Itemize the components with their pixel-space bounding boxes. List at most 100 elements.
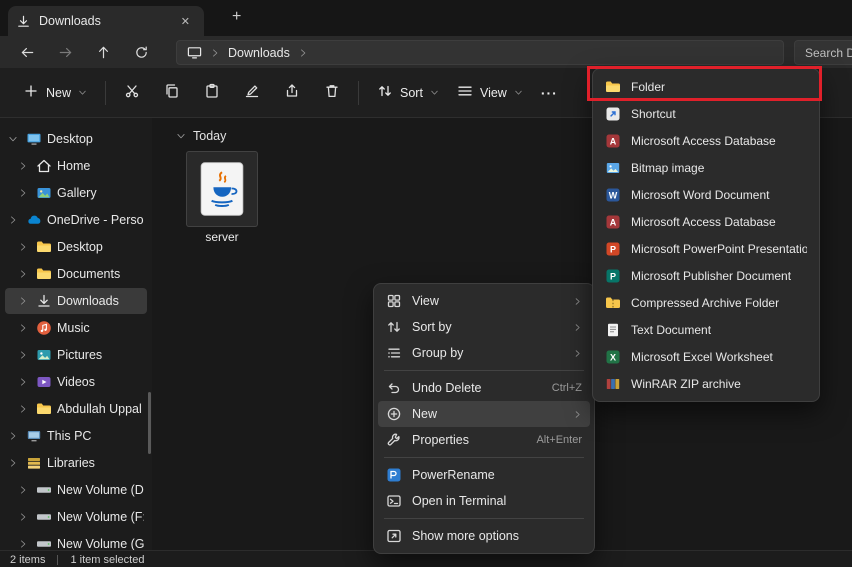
sidebar-item-documents[interactable]: Documents xyxy=(5,261,147,287)
new-button[interactable]: New xyxy=(14,76,96,109)
chevron-right-icon[interactable] xyxy=(18,377,31,387)
new-submenu-item-folder[interactable]: Folder xyxy=(597,73,815,100)
sidebar-item-desktop[interactable]: Desktop xyxy=(5,126,147,152)
share-icon xyxy=(284,83,300,102)
chevron-down-icon xyxy=(430,88,439,97)
new-submenu-item-microsoft-access-database[interactable]: AMicrosoft Access Database xyxy=(597,208,815,235)
context-menu-item-properties[interactable]: PropertiesAlt+Enter xyxy=(378,427,590,453)
back-button[interactable] xyxy=(8,38,46,66)
pictures-icon xyxy=(36,347,52,363)
sidebar-item-music[interactable]: Music xyxy=(5,315,147,341)
context-menu-item-powerrename[interactable]: PowerRename xyxy=(378,462,590,488)
chevron-right-icon[interactable] xyxy=(18,323,31,333)
download-icon xyxy=(16,14,31,29)
access-icon: A xyxy=(605,214,621,230)
winrar-icon xyxy=(605,376,621,392)
tab-close-icon[interactable]: ✕ xyxy=(175,13,196,30)
new-submenu-item-winrar-zip-archive[interactable]: WinRAR ZIP archive xyxy=(597,370,815,397)
java-file-icon xyxy=(186,151,258,227)
menu-item-label: PowerRename xyxy=(412,468,582,482)
new-button-label: New xyxy=(46,86,71,100)
library-icon xyxy=(26,455,42,471)
chevron-right-icon[interactable] xyxy=(18,188,31,198)
file-item-server[interactable]: server xyxy=(176,151,268,244)
chevron-right-icon[interactable] xyxy=(8,215,21,225)
pc-icon xyxy=(26,428,42,444)
more-options-icon xyxy=(386,528,402,544)
sidebar-item-pictures[interactable]: Pictures xyxy=(5,342,147,368)
cut-button[interactable] xyxy=(115,77,149,109)
context-menu-item-show-more-options[interactable]: Show more options xyxy=(378,523,590,549)
explorer-tab[interactable]: Downloads ✕ xyxy=(8,6,204,36)
context-menu-item-sort-by[interactable]: Sort by xyxy=(378,314,590,340)
sidebar-item-this-pc[interactable]: This PC xyxy=(5,423,147,449)
sidebar-item-onedrive-personal[interactable]: OneDrive - Personal xyxy=(5,207,147,233)
chevron-right-icon[interactable] xyxy=(18,296,31,306)
chevron-right-icon[interactable] xyxy=(18,512,31,522)
new-submenu-item-microsoft-publisher-document[interactable]: P Microsoft Publisher Document xyxy=(597,262,815,289)
copy-button[interactable] xyxy=(155,77,189,109)
context-menu-item-undo-delete[interactable]: Undo DeleteCtrl+Z xyxy=(378,375,590,401)
sidebar-item-libraries[interactable]: Libraries xyxy=(5,450,147,476)
new-submenu-item-shortcut[interactable]: Shortcut xyxy=(597,100,815,127)
menu-item-label: Sort by xyxy=(412,320,563,334)
sidebar-item-downloads[interactable]: Downloads xyxy=(5,288,147,314)
chevron-right-icon[interactable] xyxy=(18,539,31,549)
chevron-right-icon[interactable] xyxy=(18,485,31,495)
new-submenu-item-bitmap-image[interactable]: Bitmap image xyxy=(597,154,815,181)
sidebar-item-new-volume-d[interactable]: New Volume (D:) xyxy=(5,477,147,503)
context-menu-item-new[interactable]: New xyxy=(378,401,590,427)
view-button-label: View xyxy=(480,86,507,100)
sort-icon xyxy=(377,83,393,102)
chevron-right-icon[interactable] xyxy=(8,458,21,468)
chevron-right-icon[interactable] xyxy=(18,350,31,360)
context-menu-item-view[interactable]: View xyxy=(378,288,590,314)
chevron-down-icon[interactable] xyxy=(8,134,21,144)
breadcrumb[interactable]: Downloads xyxy=(228,46,290,60)
svg-text:P: P xyxy=(610,271,616,281)
sort-button[interactable]: Sort xyxy=(368,76,448,109)
view-button[interactable]: View xyxy=(448,76,532,109)
share-button[interactable] xyxy=(275,77,309,109)
sidebar-item-videos[interactable]: Videos xyxy=(5,369,147,395)
sidebar-item-new-volume-f[interactable]: New Volume (F:) xyxy=(5,504,147,530)
new-submenu-item-compressed-archive-folder[interactable]: Compressed Archive Folder xyxy=(597,289,815,316)
new-submenu-item-microsoft-word-document[interactable]: WMicrosoft Word Document xyxy=(597,181,815,208)
see-more-button[interactable]: ··· xyxy=(532,78,567,108)
context-menu-item-open-in-terminal[interactable]: Open in Terminal xyxy=(378,488,590,514)
publisher-icon: P xyxy=(605,268,621,284)
sidebar-scrollbar[interactable] xyxy=(148,392,151,454)
chevron-right-icon[interactable] xyxy=(18,269,31,279)
sidebar-item-desktop[interactable]: Desktop xyxy=(5,234,147,260)
sidebar-item-home[interactable]: Home xyxy=(5,153,147,179)
svg-text:P: P xyxy=(610,244,616,254)
forward-button[interactable] xyxy=(46,38,84,66)
new-submenu-item-microsoft-access-database[interactable]: AMicrosoft Access Database xyxy=(597,127,815,154)
sidebar-item-new-volume-g[interactable]: New Volume (G:) xyxy=(5,531,147,550)
paste-button[interactable] xyxy=(195,77,229,109)
delete-button[interactable] xyxy=(315,77,349,109)
search-input[interactable] xyxy=(794,40,852,65)
menu-item-label: Microsoft Excel Worksheet xyxy=(631,350,807,364)
chevron-right-icon[interactable] xyxy=(18,404,31,414)
refresh-button[interactable] xyxy=(122,38,160,66)
powerrename-icon xyxy=(386,467,402,483)
menu-item-label: Microsoft Publisher Document xyxy=(631,269,807,283)
rename-button[interactable] xyxy=(235,77,269,109)
up-button[interactable] xyxy=(84,38,122,66)
new-tab-button[interactable]: + xyxy=(226,8,247,26)
new-submenu-item-microsoft-powerpoint-presentation[interactable]: PMicrosoft PowerPoint Presentation xyxy=(597,235,815,262)
new-submenu-item-text-document[interactable]: Text Document xyxy=(597,316,815,343)
context-menu-item-group-by[interactable]: Group by xyxy=(378,340,590,366)
sidebar-item-gallery[interactable]: Gallery xyxy=(5,180,147,206)
address-bar[interactable]: Downloads xyxy=(176,40,784,65)
sidebar-item-label: Documents xyxy=(57,267,120,281)
chevron-right-icon[interactable] xyxy=(298,48,308,58)
sidebar-item-label: Abdullah Uppal xyxy=(57,402,142,416)
sidebar-item-abdullah-uppal[interactable]: Abdullah Uppal xyxy=(5,396,147,422)
chevron-right-icon[interactable] xyxy=(18,161,31,171)
chevron-right-icon[interactable] xyxy=(8,431,21,441)
new-submenu-item-microsoft-excel-worksheet[interactable]: XMicrosoft Excel Worksheet xyxy=(597,343,815,370)
menu-item-label: WinRAR ZIP archive xyxy=(631,377,807,391)
chevron-right-icon[interactable] xyxy=(18,242,31,252)
